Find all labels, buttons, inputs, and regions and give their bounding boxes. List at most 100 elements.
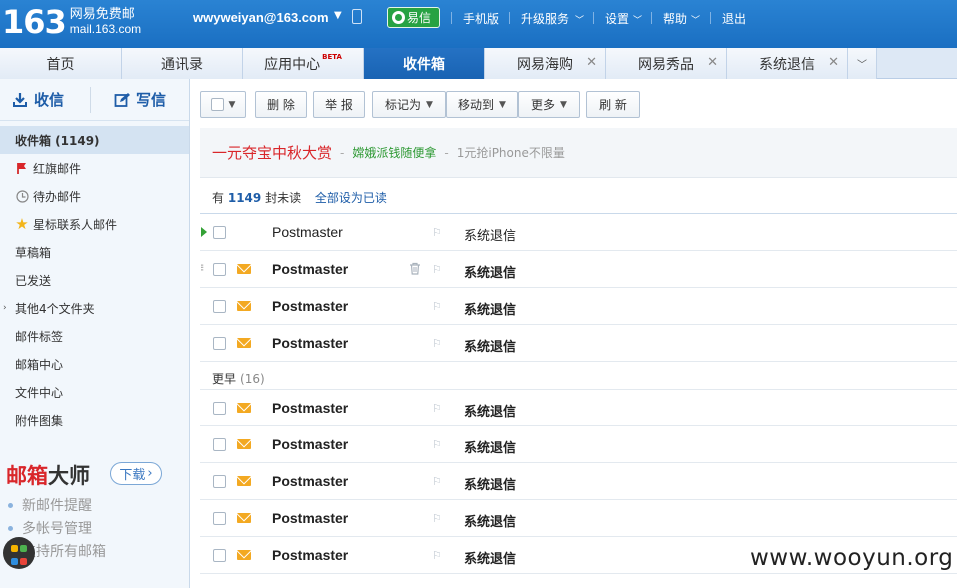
envelope-icon	[237, 550, 251, 560]
tab-xiupin[interactable]: 网易秀品 ✕	[606, 48, 727, 79]
mobile-link[interactable]: 手机版	[463, 10, 499, 27]
logo[interactable]: 163 网易免费邮 mail.163.com	[2, 4, 141, 40]
sidebar-item-sent[interactable]: 已发送	[0, 266, 189, 294]
yixin-button[interactable]: 易信	[387, 7, 440, 28]
tab-overflow-button[interactable]: ﹀	[848, 48, 877, 79]
sidebar-item-inbox[interactable]: 收件箱 (1149)	[0, 126, 189, 154]
tab-home[interactable]: 首页	[0, 48, 122, 79]
mail-checkbox[interactable]	[213, 438, 226, 451]
flag-icon[interactable]: ⚐	[432, 300, 442, 313]
flag-icon[interactable]: ⚐	[432, 402, 442, 415]
envelope-icon	[237, 476, 251, 486]
mail-row[interactable]: Postmaster ⚐ 系统退信	[200, 214, 957, 251]
sidebar-item-attachments[interactable]: 附件图集	[0, 406, 189, 434]
mail-checkbox[interactable]	[213, 226, 226, 239]
mail-checkbox[interactable]	[213, 402, 226, 415]
select-all-checkbox[interactable]	[210, 98, 224, 111]
flag-icon[interactable]: ⚐	[432, 512, 442, 525]
tab-contacts[interactable]: 通讯录	[122, 48, 243, 79]
move-to-dropdown[interactable]: 移动到 ▼	[446, 91, 518, 118]
sidebar-item-tags[interactable]: 邮件标签	[0, 322, 189, 350]
receive-button[interactable]: 收信	[12, 89, 64, 110]
flag-icon[interactable]: ⚐	[432, 438, 442, 451]
mail-row[interactable]: Postmaster ⚐ 系统退信	[200, 288, 957, 325]
mail-subject: 系统退信	[464, 405, 517, 420]
chevron-right-icon: ›	[147, 466, 153, 481]
settings-link[interactable]: 设置	[605, 10, 629, 27]
sidebar-item-file-center[interactable]: 文件中心	[0, 378, 189, 406]
chevron-right-icon[interactable]: ›	[3, 303, 7, 313]
flag-icon[interactable]: ⚐	[432, 549, 442, 562]
refresh-button[interactable]: 刷 新	[586, 91, 640, 118]
flag-icon[interactable]: ⚐	[432, 263, 442, 276]
select-all-dropdown[interactable]: ▼	[200, 91, 246, 118]
toolbar: ▼ 删 除 举 报 标记为 ▼ 移动到 ▼ 更多 ▼ 刷 新	[190, 79, 957, 127]
mail-subject: 系统退信	[464, 478, 517, 493]
tab-bounce[interactable]: 系统退信 ✕	[727, 48, 848, 79]
mail-checkbox[interactable]	[213, 263, 226, 276]
flag-icon[interactable]: ⚐	[432, 226, 442, 239]
mail-row[interactable]: Postmaster ⚐ 系统退信	[200, 389, 957, 426]
mail-sender: Postmaster	[272, 261, 349, 277]
banner-green-text[interactable]: 嫦娥派钱随便拿	[352, 144, 436, 161]
banner-grey-text[interactable]: 1元抢iPhone不限量	[457, 144, 565, 161]
flag-icon[interactable]: ⚐	[432, 337, 442, 350]
flag-icon[interactable]: ⚐	[432, 475, 442, 488]
chevron-down-icon: ▼	[499, 99, 506, 110]
close-icon[interactable]: ✕	[828, 55, 839, 70]
group-label-earlier[interactable]: 更早 (16)	[212, 370, 265, 387]
tab-haigou[interactable]: 网易海购 ✕	[485, 48, 606, 79]
mail-sender: Postmaster	[272, 473, 349, 489]
help-link[interactable]: 帮助	[663, 10, 687, 27]
mail-row[interactable]: ⁝⁝ Postmaster ⚐ 系统退信	[200, 251, 957, 288]
mark-all-read-link[interactable]: 全部设为已读	[315, 191, 387, 205]
logout-link[interactable]: 退出	[722, 10, 746, 27]
ad-banner[interactable]: 一元夺宝中秋大赏 - 嫦娥派钱随便拿 - 1元抢iPhone不限量	[200, 128, 957, 178]
mail-row[interactable]: Postmaster ⚐ 系统退信	[200, 500, 957, 537]
promo-title[interactable]: 邮箱大师	[6, 460, 90, 490]
mark-as-dropdown[interactable]: 标记为 ▼	[372, 91, 446, 118]
sidebar-item-starred[interactable]: ★ 星标联系人邮件	[0, 210, 189, 238]
sidebar-item-other-folders[interactable]: › 其他4个文件夹	[0, 294, 189, 322]
mail-checkbox[interactable]	[213, 549, 226, 562]
more-dropdown[interactable]: 更多 ▼	[518, 91, 580, 118]
sidebar-item-drafts[interactable]: 草稿箱	[0, 238, 189, 266]
upgrade-link[interactable]: 升级服务	[521, 10, 569, 27]
yixin-icon	[392, 11, 405, 24]
close-icon[interactable]: ✕	[586, 55, 597, 70]
tab-inbox[interactable]: 收件箱	[364, 48, 485, 79]
apps-grid-icon[interactable]	[3, 537, 35, 569]
close-icon[interactable]: ✕	[707, 55, 718, 70]
tab-app-center[interactable]: 应用中心 BETA	[243, 48, 364, 79]
chevron-down-icon[interactable]: ﹀	[575, 13, 584, 26]
phone-icon[interactable]	[352, 9, 362, 24]
mail-subject: 系统退信	[464, 441, 517, 456]
mail-checkbox[interactable]	[213, 475, 226, 488]
user-account[interactable]: wwyweiyan@163.com	[193, 10, 329, 25]
report-button[interactable]: 举 报	[313, 91, 365, 118]
mail-row[interactable]: Postmaster ⚐ 系统退信	[200, 325, 957, 362]
mail-checkbox[interactable]	[213, 512, 226, 525]
mail-checkbox[interactable]	[213, 300, 226, 313]
banner-main-text[interactable]: 一元夺宝中秋大赏	[212, 142, 332, 163]
drag-handle-icon[interactable]: ⁝⁝	[200, 263, 205, 274]
sidebar-item-mail-center[interactable]: 邮箱中心	[0, 350, 189, 378]
watermark: www.wooyun.org	[750, 545, 954, 571]
mail-sender: Postmaster	[272, 298, 349, 314]
mail-subject: 系统退信	[464, 340, 517, 355]
download-button[interactable]: 下载 ›	[110, 462, 162, 485]
chevron-down-icon[interactable]: ﹀	[633, 13, 642, 26]
delete-button[interactable]: 删 除	[255, 91, 307, 118]
sidebar-item-todo[interactable]: 待办邮件	[0, 182, 189, 210]
sidebar-item-red-flag[interactable]: 红旗邮件	[0, 154, 189, 182]
compose-button[interactable]: 写信	[114, 89, 166, 110]
mail-sender: Postmaster	[272, 400, 349, 416]
mail-checkbox[interactable]	[213, 337, 226, 350]
mail-row[interactable]: Postmaster ⚐ 系统退信	[200, 463, 957, 500]
chevron-down-icon[interactable]: ▼	[334, 10, 342, 21]
trash-icon[interactable]	[409, 262, 421, 279]
group-label-text: 更早	[212, 372, 237, 386]
compose-row: 收信 写信	[0, 79, 189, 121]
chevron-down-icon[interactable]: ﹀	[691, 13, 700, 26]
mail-row[interactable]: Postmaster ⚐ 系统退信	[200, 426, 957, 463]
